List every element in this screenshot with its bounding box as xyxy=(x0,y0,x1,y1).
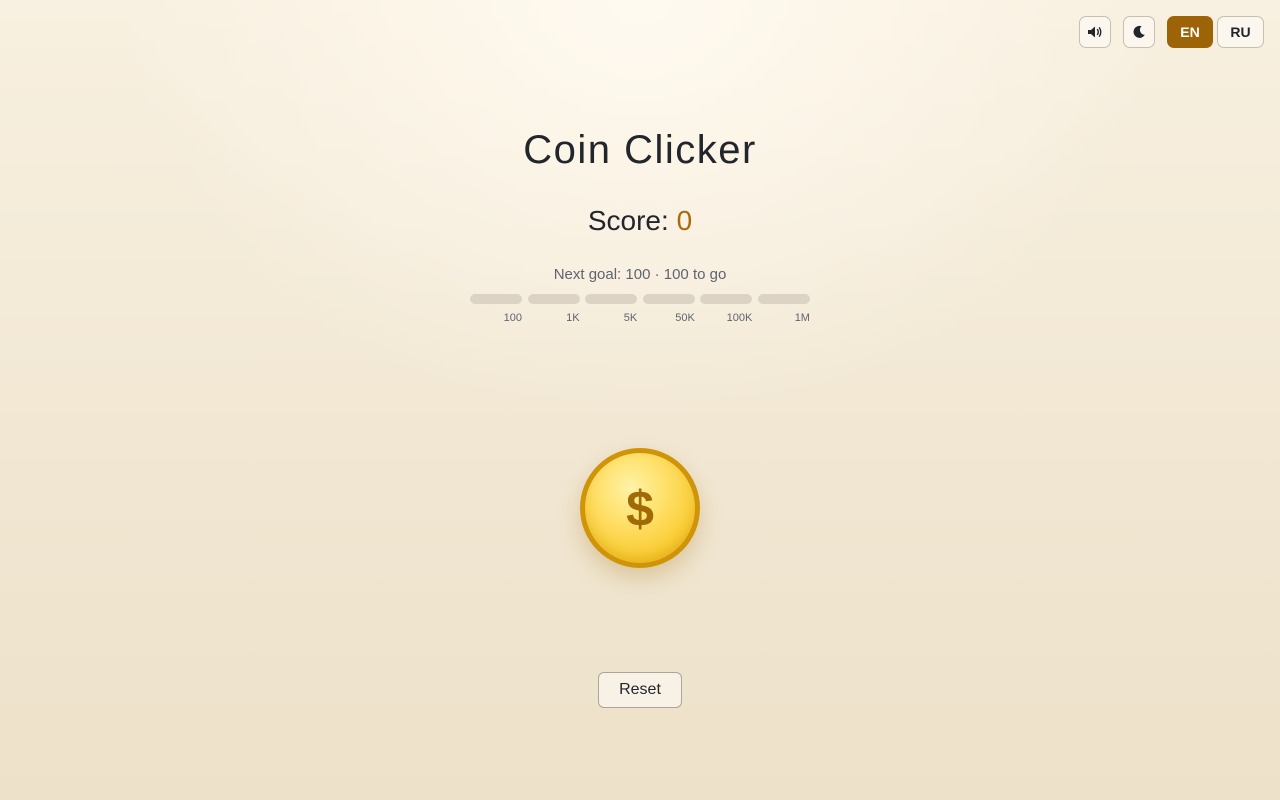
milestone-bar xyxy=(585,294,638,304)
milestone-bar xyxy=(527,294,580,304)
milestone: 100K xyxy=(700,294,753,324)
milestone-bar xyxy=(642,294,695,304)
score-label: Score: xyxy=(587,205,669,236)
milestone: 5K xyxy=(585,294,638,324)
milestone-label: 100K xyxy=(726,312,753,324)
milestone-bar xyxy=(757,294,810,304)
dollar-icon: $ xyxy=(626,481,654,537)
top-controls: EN RU xyxy=(1079,16,1264,48)
milestone-label: 1K xyxy=(566,312,580,324)
reset-button[interactable]: Reset xyxy=(598,672,682,708)
coin-button[interactable]: $ xyxy=(580,448,700,568)
milestone-label: 1M xyxy=(794,312,810,324)
language-ru-button[interactable]: RU xyxy=(1217,16,1264,48)
next-goal-text: Next goal: 100 · 100 to go xyxy=(553,266,727,283)
milestone-progress: 100 1K 5K 50K 100K 1M xyxy=(470,294,810,324)
milestone: 100 xyxy=(470,294,522,324)
moon-icon xyxy=(1133,25,1145,38)
milestone-label: 50K xyxy=(675,312,695,324)
language-en-button[interactable]: EN xyxy=(1167,16,1213,48)
theme-toggle-button[interactable] xyxy=(1123,16,1155,48)
milestone: 1M xyxy=(757,294,810,324)
milestone: 1K xyxy=(527,294,580,324)
score-value: 0 xyxy=(676,205,693,236)
milestone-bar xyxy=(700,294,753,304)
milestone-label: 100 xyxy=(503,312,522,324)
milestone-label: 5K xyxy=(623,312,638,324)
score-display: Score: 0 xyxy=(0,205,1280,237)
game-title: Coin Clicker xyxy=(523,128,757,172)
milestone-bar xyxy=(470,294,522,304)
speaker-icon xyxy=(1088,26,1102,38)
sound-toggle-button[interactable] xyxy=(1079,16,1111,48)
milestone: 50K xyxy=(642,294,695,324)
